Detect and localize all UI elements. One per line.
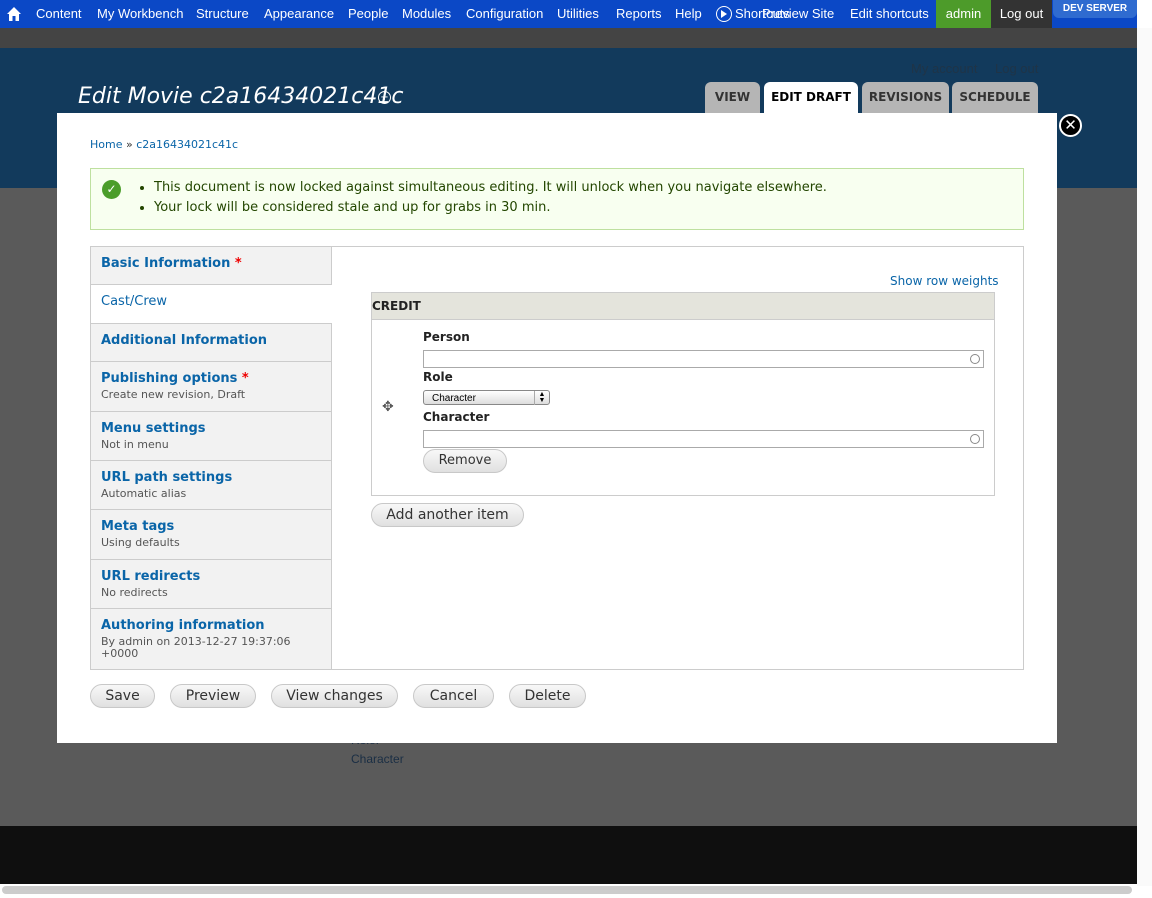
required-marker: * (234, 256, 242, 271)
status-messages: ✓ This document is now locked against si… (90, 168, 1024, 230)
vtab-title: Menu settings (101, 421, 206, 436)
person-input[interactable] (424, 355, 968, 371)
autocomplete-throbber-icon (970, 434, 980, 444)
person-label: Person (423, 330, 470, 344)
vtab-additional-information[interactable]: Additional Information (91, 324, 331, 362)
vtab-authoring-information[interactable]: Authoring information By admin on 2013-1… (91, 609, 331, 669)
vtab-summary: Create new revision, Draft (101, 388, 246, 401)
toolbar-item-reports[interactable]: Reports (616, 0, 662, 28)
vtab-cast-crew[interactable]: Cast/Crew (91, 285, 332, 324)
user-account-link[interactable]: admin (936, 0, 991, 28)
character-label: Character (423, 410, 490, 424)
toolbar-logout-link[interactable]: Log out (991, 0, 1052, 28)
toolbar-item-help[interactable]: Help (675, 0, 702, 28)
page-footer (0, 826, 1137, 884)
select-arrows-icon: ▲ ▼ (534, 391, 549, 405)
required-marker: * (241, 371, 249, 386)
toolbar-item-utilities[interactable]: Utilities (557, 0, 599, 28)
credit-column-header: CREDIT (372, 299, 421, 313)
remove-button[interactable]: Remove (423, 449, 507, 473)
horizontal-scrollbar[interactable] (2, 886, 1132, 894)
breadcrumb: Home » c2a16434021c41c (90, 138, 238, 151)
vtab-summary: No redirects (101, 586, 168, 599)
role-select[interactable]: Character ▲ ▼ (423, 390, 550, 405)
vtab-summary: Automatic alias (101, 487, 187, 500)
vtab-title: Authoring information (101, 618, 265, 633)
tab-view[interactable]: VIEW (705, 82, 760, 113)
character-input[interactable] (424, 435, 968, 451)
toolbar-item-configuration[interactable]: Configuration (466, 0, 543, 28)
vtab-title: URL redirects (101, 569, 201, 584)
save-button[interactable]: Save (90, 684, 155, 708)
toolbar-item-structure[interactable]: Structure (196, 0, 249, 28)
add-another-item-button[interactable]: Add another item (371, 503, 524, 527)
table-header: CREDIT (372, 293, 994, 320)
edit-shortcuts-link[interactable]: Edit shortcuts (850, 0, 929, 28)
vtab-title: Basic Information (101, 256, 231, 271)
checkmark-icon: ✓ (102, 180, 121, 199)
vtab-title: Meta tags (101, 519, 175, 534)
vtab-summary: Using defaults (101, 536, 180, 549)
vtab-title: Publishing options (101, 371, 238, 386)
vtab-basic-information[interactable]: Basic Information * (91, 247, 331, 285)
vertical-tab-list: Basic Information * Cast/Crew Additional… (91, 247, 332, 669)
home-icon[interactable] (6, 6, 22, 22)
shortcuts-toggle-icon[interactable] (716, 6, 732, 22)
toolbar-item-my-workbench[interactable]: My Workbench (97, 0, 183, 28)
tab-edit-draft[interactable]: EDIT DRAFT (764, 82, 858, 113)
drag-handle-icon[interactable]: ✥ (382, 400, 396, 414)
my-account-link[interactable]: My account (911, 61, 977, 76)
tab-revisions[interactable]: REVISIONS (862, 82, 949, 113)
overlay-gray-strip (0, 28, 1137, 48)
secondary-logout-link[interactable]: Log out (995, 61, 1038, 76)
vtab-menu-settings[interactable]: Menu settings Not in menu (91, 412, 331, 461)
vtab-url-redirects[interactable]: URL redirects No redirects (91, 560, 331, 609)
background-character-link: Character (351, 752, 404, 766)
admin-toolbar: Content My Workbench Structure Appearanc… (0, 0, 1137, 28)
vtab-title: Additional Information (101, 333, 268, 348)
page-title: Edit Movie c2a16434021c41c (78, 84, 404, 109)
toolbar-item-modules[interactable]: Modules (402, 0, 451, 28)
toolbar-item-people[interactable]: People (348, 0, 388, 28)
tab-schedule[interactable]: SCHEDULE (952, 82, 1038, 113)
vtab-summary: Not in menu (101, 438, 169, 451)
cancel-button[interactable]: Cancel (413, 684, 494, 708)
breadcrumb-separator: » (122, 138, 137, 151)
close-icon[interactable]: ✕ (1059, 114, 1082, 137)
vtab-url-path-settings[interactable]: URL path settings Automatic alias (91, 461, 331, 510)
vtab-title: Cast/Crew (101, 294, 168, 309)
vtab-summary: By admin on 2013-12-27 19:37:06 +0000 (101, 635, 291, 660)
view-changes-button[interactable]: View changes (271, 684, 398, 708)
person-field[interactable] (423, 350, 984, 371)
preview-button[interactable]: Preview (170, 684, 256, 708)
autocomplete-throbber-icon (970, 354, 980, 364)
shortcut-preview-site[interactable]: Preview Site (762, 0, 834, 28)
breadcrumb-current-link[interactable]: c2a16434021c41c (136, 138, 238, 151)
right-edge (1137, 28, 1152, 886)
toolbar-item-content[interactable]: Content (36, 0, 82, 28)
toolbar-item-appearance[interactable]: Appearance (264, 0, 334, 28)
vtab-meta-tags[interactable]: Meta tags Using defaults (91, 510, 331, 560)
message-item: This document is now locked against simu… (154, 178, 827, 198)
message-item: Your lock will be considered stale and u… (154, 198, 827, 218)
character-field[interactable] (423, 430, 984, 451)
dev-server-badge: DEV SERVER (1053, 0, 1137, 18)
vtab-publishing-options[interactable]: Publishing options * Create new revision… (91, 362, 331, 412)
role-label: Role (423, 370, 453, 384)
role-selected-value: Character (432, 393, 476, 404)
breadcrumb-home-link[interactable]: Home (90, 138, 122, 151)
delete-button[interactable]: Delete (509, 684, 586, 708)
add-shortcut-icon[interactable]: + (378, 91, 391, 104)
show-row-weights-link[interactable]: Show row weights (890, 274, 999, 288)
vtab-title: URL path settings (101, 470, 233, 485)
